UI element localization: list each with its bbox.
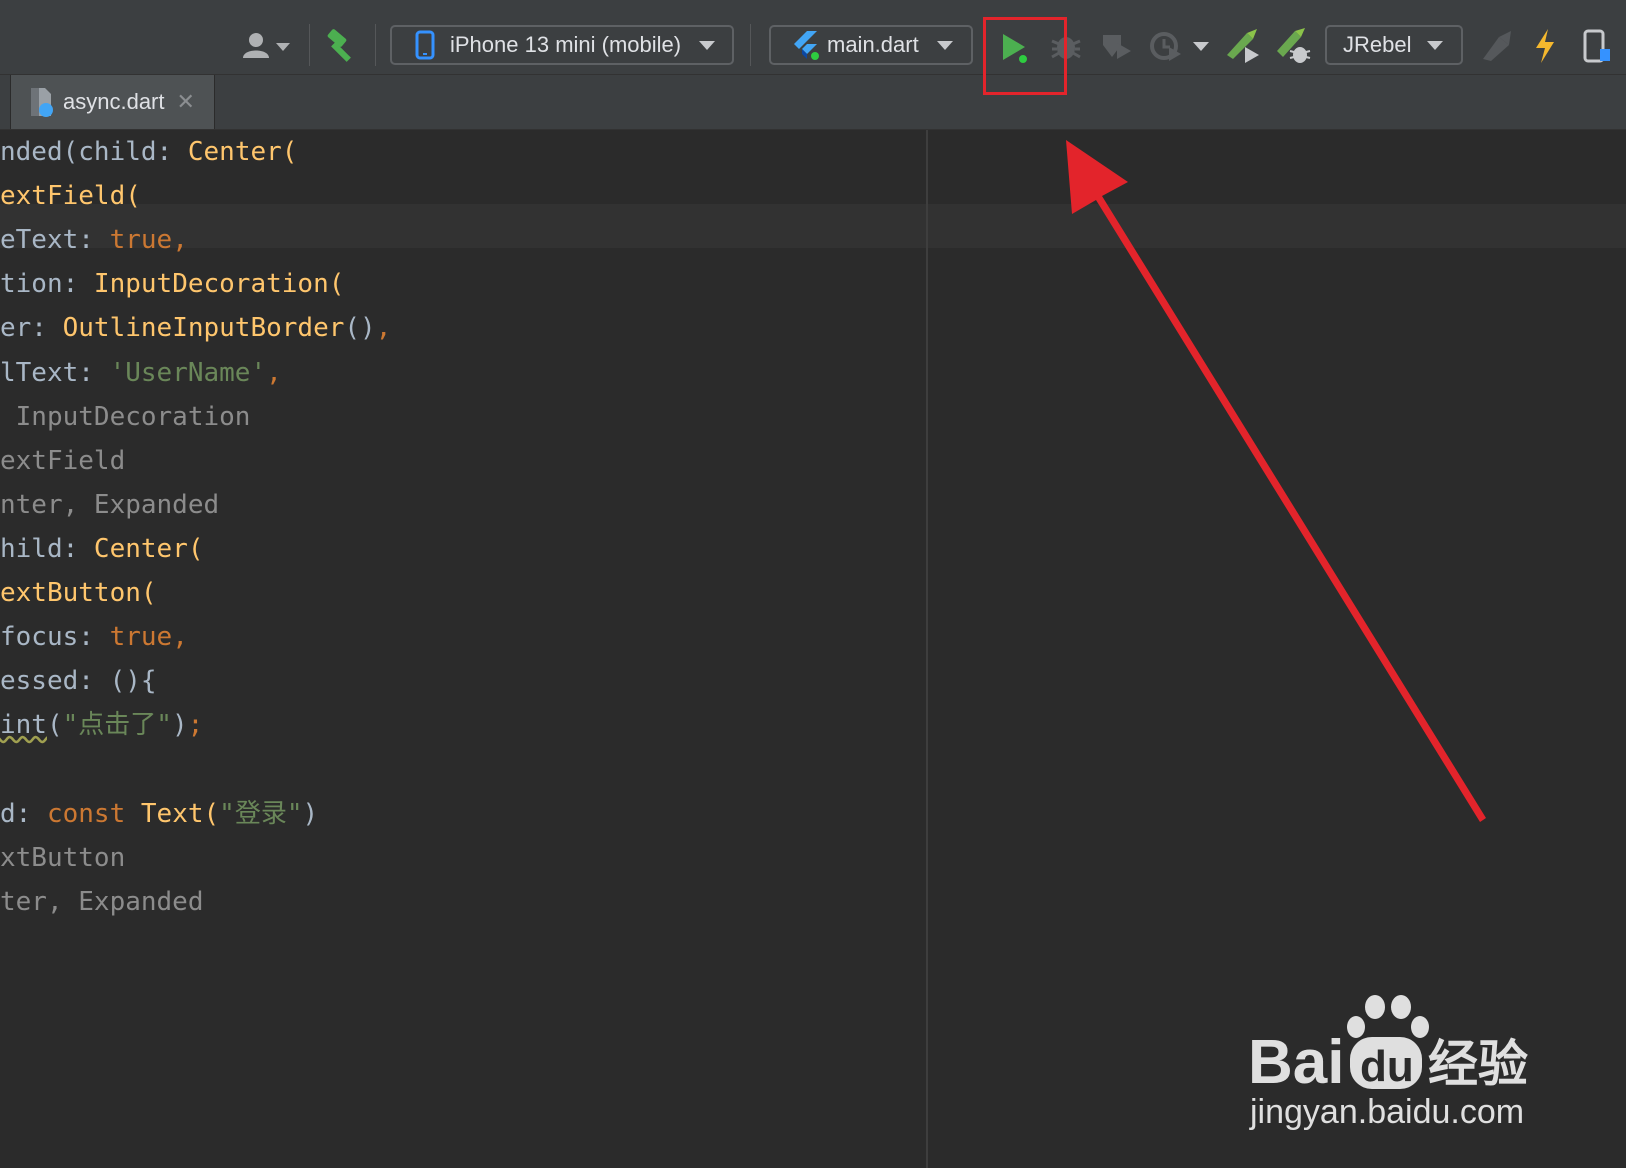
watermark-suffix: 经验 — [1428, 1036, 1528, 1092]
watermark-url: jingyan.baidu.com — [1249, 1093, 1524, 1131]
watermark-brand-du: du — [1360, 1042, 1414, 1091]
annotation-arrow — [1066, 140, 1486, 822]
paw-icon — [1347, 995, 1429, 1038]
watermark-brand: Bai — [1248, 1028, 1344, 1097]
baidu-watermark: Bai du 经验 jingyan.baidu.com — [1248, 995, 1528, 1131]
